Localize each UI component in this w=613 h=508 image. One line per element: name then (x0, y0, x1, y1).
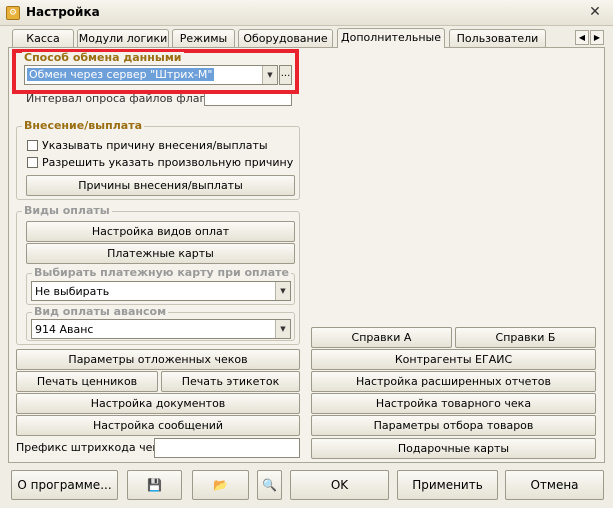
tab-logic-modules[interactable]: Модули логики (77, 29, 169, 47)
chevron-down-icon[interactable]: ▼ (275, 282, 290, 300)
exchange-method-value: Обмен через сервер "Штрих-М" (27, 68, 215, 81)
gift-cards-button[interactable]: Подарочные карты (311, 438, 596, 459)
payment-types-title: Виды оплаты (22, 204, 112, 217)
prefix-input[interactable] (154, 438, 300, 458)
payment-cards-button[interactable]: Платежные карты (26, 243, 295, 264)
tab-scroll-right-icon[interactable]: ▶ (590, 30, 604, 45)
tab-scroll-left-icon[interactable]: ◀ (575, 30, 589, 45)
checkbox-arbitrary[interactable] (27, 157, 38, 168)
choose-card-value: Не выбирать (35, 285, 110, 298)
tab-additional[interactable]: Дополнительные (337, 28, 445, 48)
checkbox-reason[interactable] (27, 140, 38, 151)
chevron-down-icon[interactable]: ▼ (262, 66, 277, 84)
checkbox-arbitrary-label: Разрешить указать произвольную причину (42, 156, 294, 169)
interval-input[interactable] (204, 90, 292, 106)
tab-users[interactable]: Пользователи (449, 29, 546, 47)
documents-setup-button[interactable]: Настройка документов (16, 393, 300, 414)
product-selection-button[interactable]: Параметры отбора товаров (311, 415, 596, 436)
checkbox-reason-row[interactable]: Указывать причину внесения/выплаты (27, 139, 268, 153)
receipt-setup-button[interactable]: Настройка товарного чека (311, 393, 596, 414)
checkbox-arbitrary-row[interactable]: Разрешить указать произвольную причину (27, 156, 293, 170)
exchange-method-select[interactable]: Обмен через сервер "Штрих-М" ▼ (24, 65, 278, 85)
tab-modes[interactable]: Режимы (172, 29, 235, 47)
ok-button[interactable]: OK (290, 470, 389, 500)
exchange-ellipsis-button[interactable]: ... (279, 65, 292, 85)
app-settings-icon: ⚙ (6, 6, 20, 20)
tab-equipment[interactable]: Оборудование (238, 29, 333, 47)
extended-reports-button[interactable]: Настройка расширенных отчетов (311, 371, 596, 392)
title-bar: ⚙ Настройка ✕ (0, 0, 613, 26)
advance-select[interactable]: 914 Аванс ▼ (31, 319, 291, 339)
egais-counterparties-button[interactable]: Контрагенты ЕГАИС (311, 349, 596, 370)
reasons-button[interactable]: Причины внесения/выплаты (26, 175, 295, 196)
spravki-a-button[interactable]: Справки А (311, 327, 452, 348)
choose-card-title: Выбирать платежную карту при оплате (32, 266, 291, 279)
prefix-label: Префикс штрихкода чека: (16, 441, 170, 454)
payment-setup-button[interactable]: Настройка видов оплат (26, 221, 295, 242)
advance-value: 914 Аванс (35, 323, 94, 336)
print-labels-button[interactable]: Печать этикеток (161, 371, 300, 392)
print-price-tags-button[interactable]: Печать ценников (16, 371, 158, 392)
search-icon[interactable]: 🔍 (257, 470, 282, 500)
cancel-button[interactable]: Отмена (505, 470, 604, 500)
advance-title: Вид оплаты авансом (32, 305, 169, 318)
choose-card-select[interactable]: Не выбирать ▼ (31, 281, 291, 301)
chevron-down-icon[interactable]: ▼ (275, 320, 290, 338)
close-icon[interactable]: ✕ (587, 4, 603, 20)
checkbox-reason-label: Указывать причину внесения/выплаты (42, 139, 268, 152)
interval-label: Интервал опроса файлов флагов: (26, 92, 223, 105)
messages-setup-button[interactable]: Настройка сообщений (16, 415, 300, 436)
apply-button[interactable]: Применить (397, 470, 498, 500)
deposit-title: Внесение/выплата (22, 119, 144, 132)
deferred-receipts-button[interactable]: Параметры отложенных чеков (16, 349, 300, 370)
save-icon[interactable]: 💾 (127, 470, 182, 500)
export-icon[interactable]: 📂 (192, 470, 249, 500)
spravki-b-button[interactable]: Справки Б (455, 327, 596, 348)
about-button[interactable]: О программе... (11, 470, 118, 500)
exchange-title: Способ обмена данными (22, 51, 184, 64)
tab-kassa[interactable]: Касса (12, 29, 74, 47)
window-title: Настройка (26, 5, 100, 19)
